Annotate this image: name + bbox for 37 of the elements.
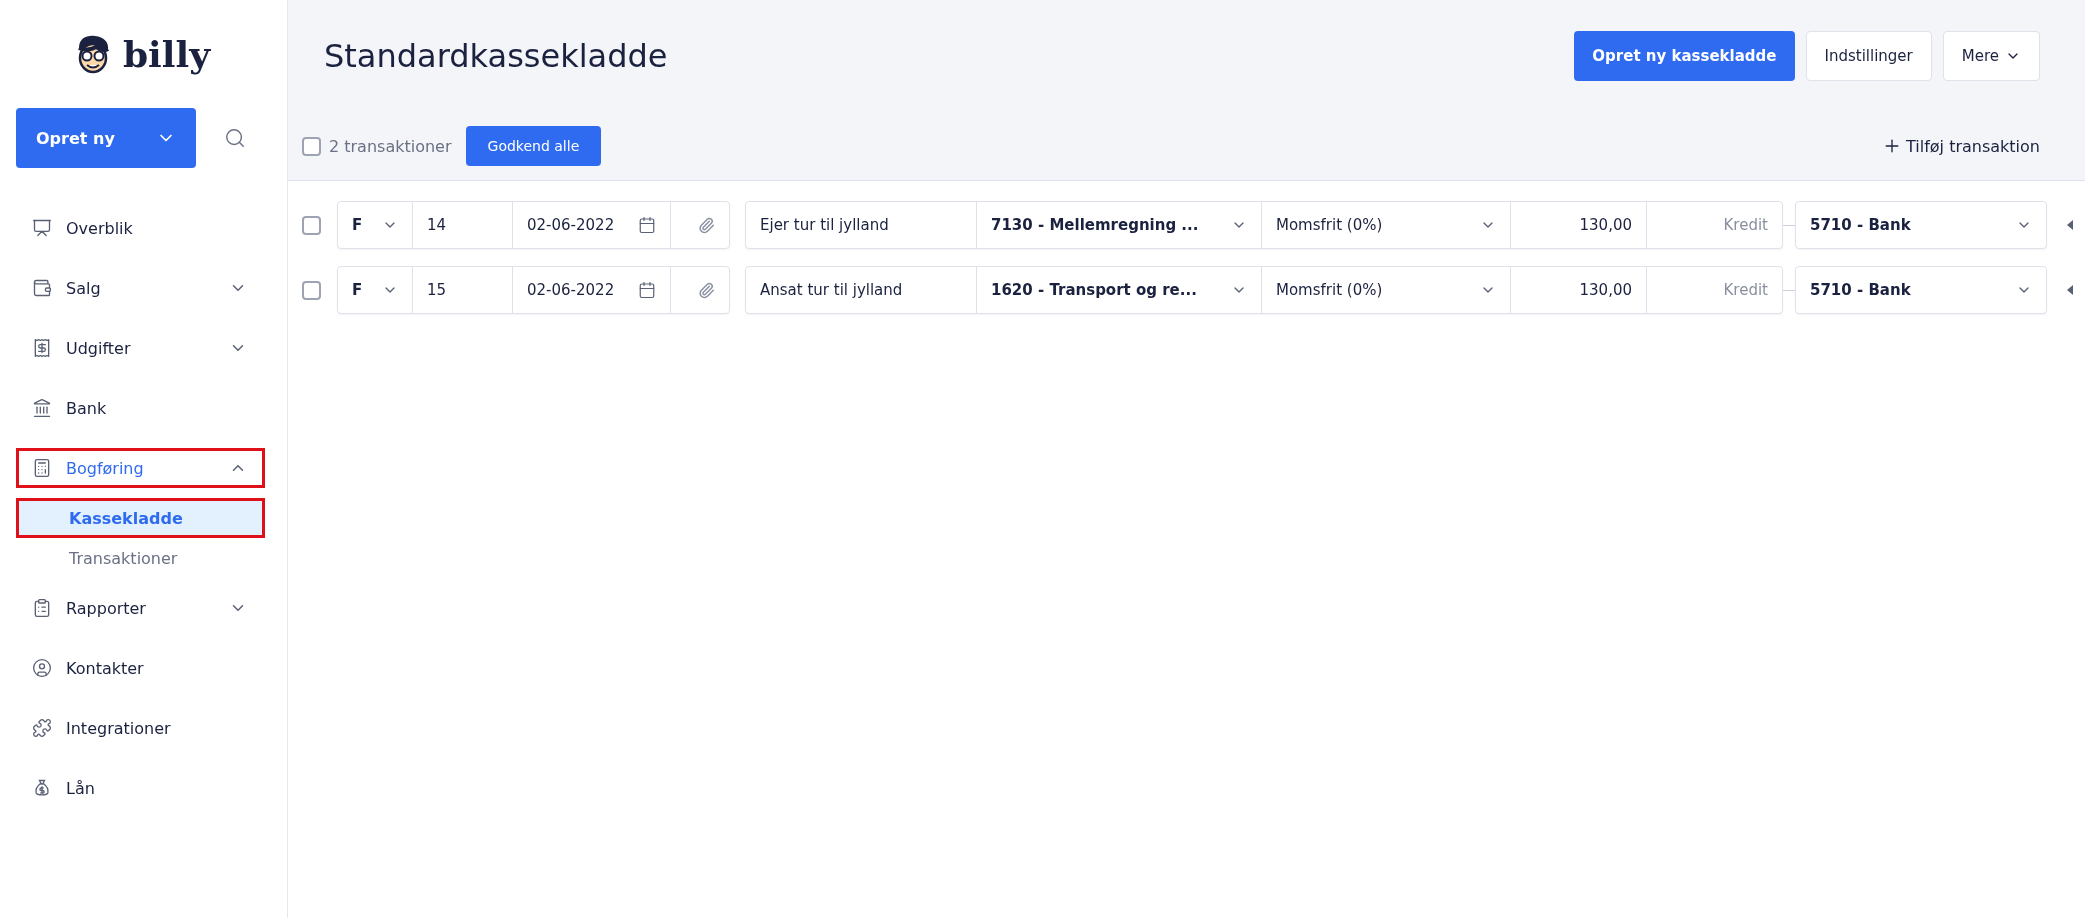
wallet-icon (32, 278, 52, 298)
bank-icon (32, 398, 52, 418)
checkbox[interactable] (302, 280, 321, 300)
sidebar-item[interactable]: Udgifter (16, 328, 265, 368)
checkbox[interactable] (302, 136, 321, 156)
create-journal-button[interactable]: Opret ny kassekladde (1574, 31, 1795, 81)
sidebar-item[interactable]: Lån (16, 768, 265, 808)
sidebar-item[interactable]: Rapporter (16, 588, 265, 628)
sidebar-item[interactable]: Overblik (16, 208, 265, 248)
sidebar-item[interactable]: Salg (16, 268, 265, 308)
puzzle-icon (32, 718, 52, 738)
receipt-icon (32, 338, 52, 358)
contra-account-select[interactable]: 5710 - Bank (1796, 202, 2046, 248)
approve-all-button[interactable]: Godkend alle (465, 126, 602, 166)
collapse-arrow-icon[interactable] (2067, 285, 2073, 295)
contra-account-select[interactable]: 5710 - Bank (1796, 267, 2046, 313)
money-bag-icon (32, 778, 52, 798)
page-title: Standardkassekladde (324, 37, 668, 75)
calculator-icon (32, 458, 52, 478)
settings-button[interactable]: Indstillinger (1805, 31, 1932, 81)
sidebar-item[interactable]: Bogføring (16, 448, 265, 488)
collapse-arrow-icon[interactable] (2067, 220, 2073, 230)
presentation-board-icon (32, 218, 52, 238)
create-new-button[interactable]: Opret ny (16, 108, 196, 168)
sidebar-item[interactable]: Kontakter (16, 648, 265, 688)
add-transaction-link[interactable]: Tilføj transaktion (1882, 136, 2040, 156)
sidebar-item[interactable]: Bank (16, 388, 265, 428)
sidebar-subitem[interactable]: Transaktioner (16, 538, 265, 578)
search-icon[interactable] (224, 127, 246, 149)
checkbox[interactable] (302, 215, 321, 235)
user-circle-icon (32, 658, 52, 678)
clipboard-icon (32, 598, 52, 618)
logo-text: billy (122, 33, 211, 75)
sidebar-item[interactable]: Integrationer (16, 708, 265, 748)
more-dropdown[interactable]: Mere (1942, 31, 2040, 81)
sidebar-subitem[interactable]: Kassekladde (16, 498, 265, 538)
transaction-count: 2 transaktioner (329, 136, 452, 156)
